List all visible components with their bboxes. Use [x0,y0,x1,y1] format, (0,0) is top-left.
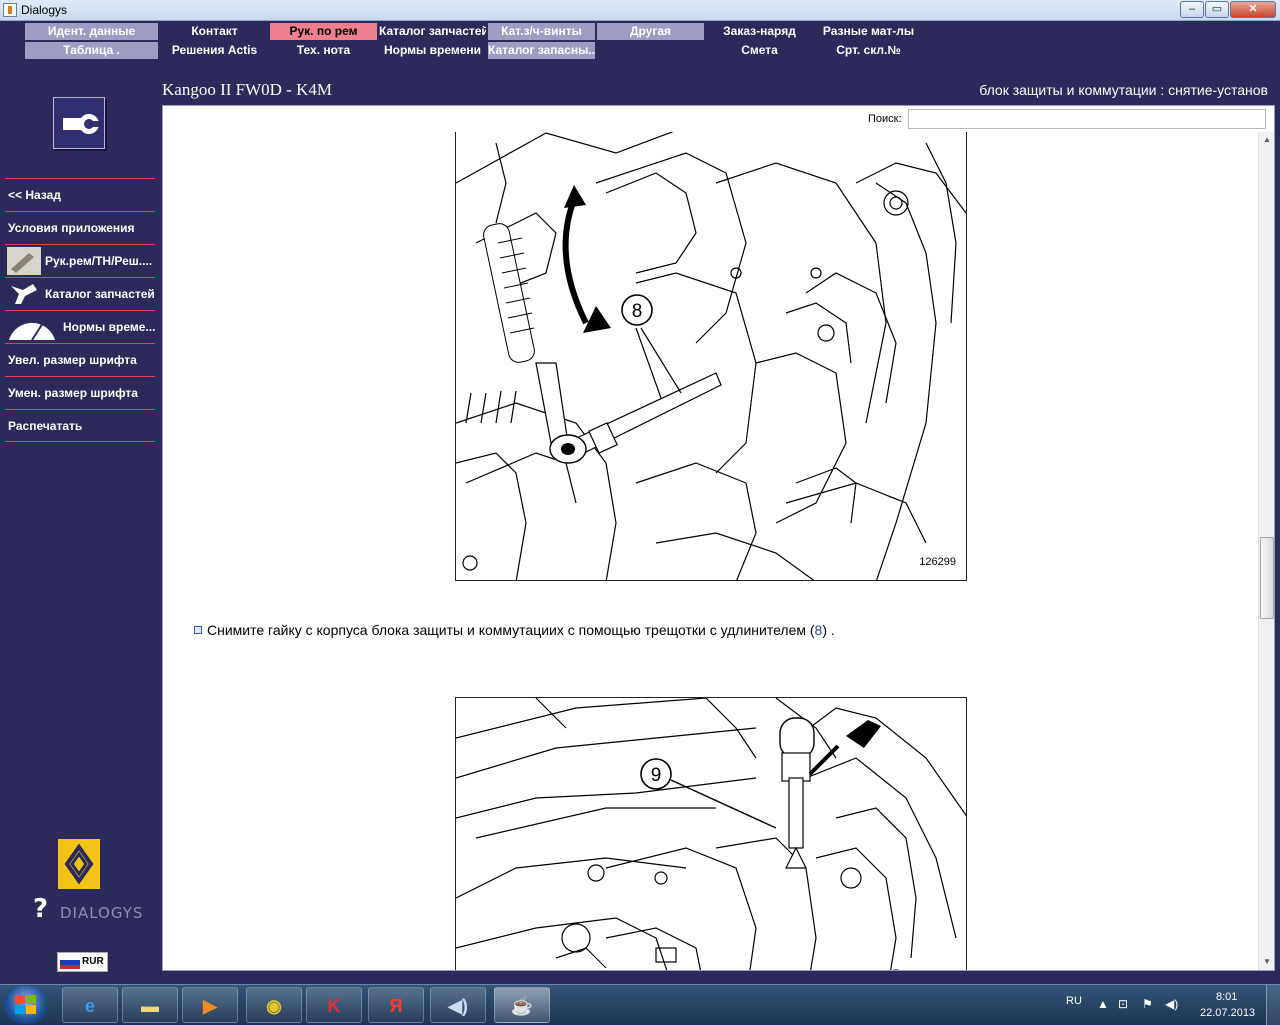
menu-misc-materials[interactable]: Разные мат-лы [815,23,922,40]
content-panel: Поиск: 8 126299 Снимите гайку с корпуса … [162,105,1275,971]
clock-time[interactable]: 8:01 [1216,991,1237,1003]
bullet-icon [194,626,202,634]
sidebar-item-print[interactable]: Распечатать [5,409,155,442]
wrench-icon [53,97,105,149]
app-window: << Назад Условия приложения Рук.рем/ТН/Р… [0,21,1280,976]
repair-manual-icon [7,247,41,275]
sidebar-item-repair-manual[interactable]: Рук.рем/ТН/Реш.... [5,244,155,277]
menu-spare-parts-catalog[interactable]: Каталог запасны... [488,42,595,59]
instruction-text: Снимите гайку с корпуса блока защиты и к… [207,622,815,638]
menu-estimate[interactable]: Смета [706,42,813,59]
brand-name: DIALOGYS [60,904,144,922]
start-button[interactable] [4,986,48,1024]
ie-icon[interactable]: e [62,987,118,1023]
scroll-thumb[interactable] [1260,537,1274,619]
media-player-icon[interactable]: ▶ [182,987,238,1023]
kaspersky-icon[interactable]: K [306,987,362,1023]
figure-screwdriver-removal: 9 [455,697,967,970]
search-label: Поиск: [868,113,902,125]
close-button[interactable]: ✕ [1230,1,1276,18]
menu-warehouse-no[interactable]: Срт. скл.№ [815,42,922,59]
sidebar-item-font-decrease[interactable]: Умен. размер шрифта [5,376,155,409]
clock-date[interactable]: 22.07.2013 [1200,1007,1255,1019]
java-app-icon [3,3,17,17]
sidebar-item-label: Каталог запчастей [45,287,155,301]
document-view[interactable]: 8 126299 Снимите гайку с корпуса блока з… [163,132,1258,970]
window-titlebar: Dialogys – ▭ ✕ [0,0,1280,21]
figure2-callout: 9 [651,765,662,786]
engine-bay-drawing-2: 9 [456,698,966,970]
menu-actis-solutions[interactable]: Решения Actis [161,42,268,59]
explorer-icon[interactable]: ▬ [122,987,178,1023]
vertical-scrollbar[interactable]: ▲ ▼ [1258,132,1274,970]
menu-table[interactable]: Таблица . [25,42,158,59]
menu-tech-note[interactable]: Тех. нота [270,42,377,59]
flag-icon[interactable]: ⚑ [1142,997,1153,1011]
renault-logo [58,839,100,889]
network-icon[interactable]: ⊡ [1118,997,1128,1011]
sidebar-item-parts-catalog[interactable]: Каталог запчастей [5,277,155,310]
figure1-number: 126299 [919,556,956,568]
maximize-button[interactable]: ▭ [1205,1,1229,18]
menu-work-order[interactable]: Заказ-наряд [706,23,813,40]
figure-ratchet-removal: 8 126299 [455,132,967,581]
engine-bay-drawing-1: 8 [456,132,966,580]
minimize-button[interactable]: – [1180,1,1204,18]
tray-language[interactable]: RU [1066,995,1082,1007]
volume-icon[interactable]: ◀) [1165,997,1178,1011]
russia-flag-icon [60,956,80,969]
sidebar-item-label: Рук.рем/ТН/Реш.... [45,254,153,268]
vehicle-title: Kangoo II FW0D - K4M [162,80,332,99]
section-title: блок защиты и коммутации : снятие-устано… [979,82,1268,98]
question-icon: ? [33,894,50,924]
menu-other[interactable]: Другая [597,23,704,40]
taskbar: e ▬ ▶ ◉ K Я ◀) ☕ RU ▲ ⊡ ⚑ ◀) 8:01 22.07.… [0,984,1280,1025]
sidebar-item-conditions[interactable]: Условия приложения [5,211,155,244]
search-input[interactable] [908,109,1266,129]
sidebar-item-labour-times[interactable]: Нормы време... [5,310,155,343]
language-code: RUR [82,956,104,967]
instruction-tail: ) . [822,622,835,638]
sidebar-item-font-increase[interactable]: Увел. размер шрифта [5,343,155,376]
scroll-down-arrow-icon[interactable]: ▼ [1259,954,1275,970]
menu-parts-screws[interactable]: Кат.з/ч-винты [488,23,595,40]
parts-catalog-icon [11,284,37,304]
scroll-up-arrow-icon[interactable]: ▲ [1259,132,1275,148]
top-menu: Идент. данные Контакт Рук. по рем Катало… [25,23,925,61]
instruction-step: Снимите гайку с корпуса блока защиты и к… [194,622,835,638]
menu-ident-data[interactable]: Идент. данные [25,23,158,40]
tray-expand-icon[interactable]: ▲ [1097,997,1109,1011]
yandex-icon[interactable]: Я [368,987,424,1023]
menu-repair-manual[interactable]: Рук. по рем [270,23,377,40]
sidebar-item-back[interactable]: << Назад [5,178,155,211]
menu-labour-times[interactable]: Нормы времени [379,42,486,59]
figure1-callout: 8 [632,301,643,322]
menu-contact[interactable]: Контакт [161,23,268,40]
sidebar-item-label: Нормы време... [63,320,155,334]
labour-times-icon [7,313,59,341]
show-desktop-button[interactable] [1266,985,1280,1025]
chrome-icon[interactable]: ◉ [246,987,302,1023]
language-selector[interactable]: RUR [57,952,108,972]
audio-icon[interactable]: ◀) [430,987,486,1023]
window-title: Dialogys [21,3,68,17]
sidebar: << Назад Условия приложения Рук.рем/ТН/Р… [0,21,160,976]
windows-logo-icon [15,995,36,1014]
menu-parts-catalog[interactable]: Каталог запчастей [379,23,486,40]
java-icon[interactable]: ☕ [494,987,550,1023]
